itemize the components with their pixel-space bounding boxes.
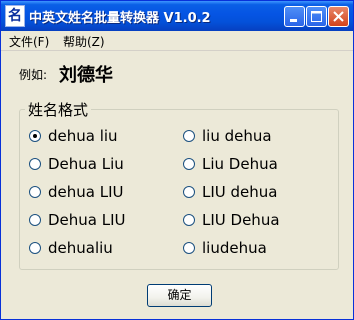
radio-label: dehua liu <box>48 127 118 145</box>
close-button[interactable] <box>328 6 349 27</box>
example-name: 刘德华 <box>59 65 113 86</box>
radio-label: LIU Dehua <box>202 211 280 229</box>
radio-label: Liu Dehua <box>202 155 278 173</box>
maximize-icon <box>311 11 322 22</box>
radio-circle[interactable] <box>183 242 195 254</box>
example-label: 例如: <box>19 68 48 82</box>
radio-label: dehualiu <box>48 239 113 257</box>
maximize-button[interactable] <box>306 6 327 27</box>
radio-selected-dot <box>33 134 37 138</box>
radio-circle[interactable] <box>29 158 41 170</box>
menu-help[interactable]: 帮助(Z) <box>63 33 105 50</box>
close-icon <box>333 11 344 22</box>
radio-circle[interactable] <box>183 130 195 142</box>
radio-label: Dehua Liu <box>48 155 124 173</box>
minimize-button[interactable] <box>284 6 305 27</box>
radio-label: Dehua LIU <box>48 211 126 229</box>
main-window: 名 中英文姓名批量转换器 V1.0.2 文件(F) 帮助(Z) 例如: 刘德华 … <box>0 0 354 320</box>
groupbox-title: 姓名格式 <box>25 99 92 120</box>
ok-button[interactable]: 确定 <box>147 284 212 307</box>
radio-circle[interactable] <box>29 214 41 226</box>
radio-circle[interactable] <box>183 158 195 170</box>
radio-circle[interactable] <box>29 242 41 254</box>
menu-file[interactable]: 文件(F) <box>9 33 49 50</box>
radio-circle[interactable] <box>183 186 195 198</box>
window-title: 中英文姓名批量转换器 V1.0.2 <box>29 11 211 26</box>
app-icon[interactable]: 名 <box>5 5 25 27</box>
radio-circle[interactable] <box>183 214 195 226</box>
minimize-icon <box>290 19 297 22</box>
radio-label: liu dehua <box>202 127 272 145</box>
radio-label: LIU dehua <box>202 183 278 201</box>
radio-label: liudehua <box>202 239 267 257</box>
radio-circle[interactable] <box>29 186 41 198</box>
menu-bar: 文件(F) 帮助(Z) <box>1 31 353 51</box>
radio-label: dehua LIU <box>48 183 124 201</box>
title-bar[interactable]: 名 中英文姓名批量转换器 V1.0.2 <box>1 1 353 31</box>
radio-circle[interactable] <box>29 130 41 142</box>
